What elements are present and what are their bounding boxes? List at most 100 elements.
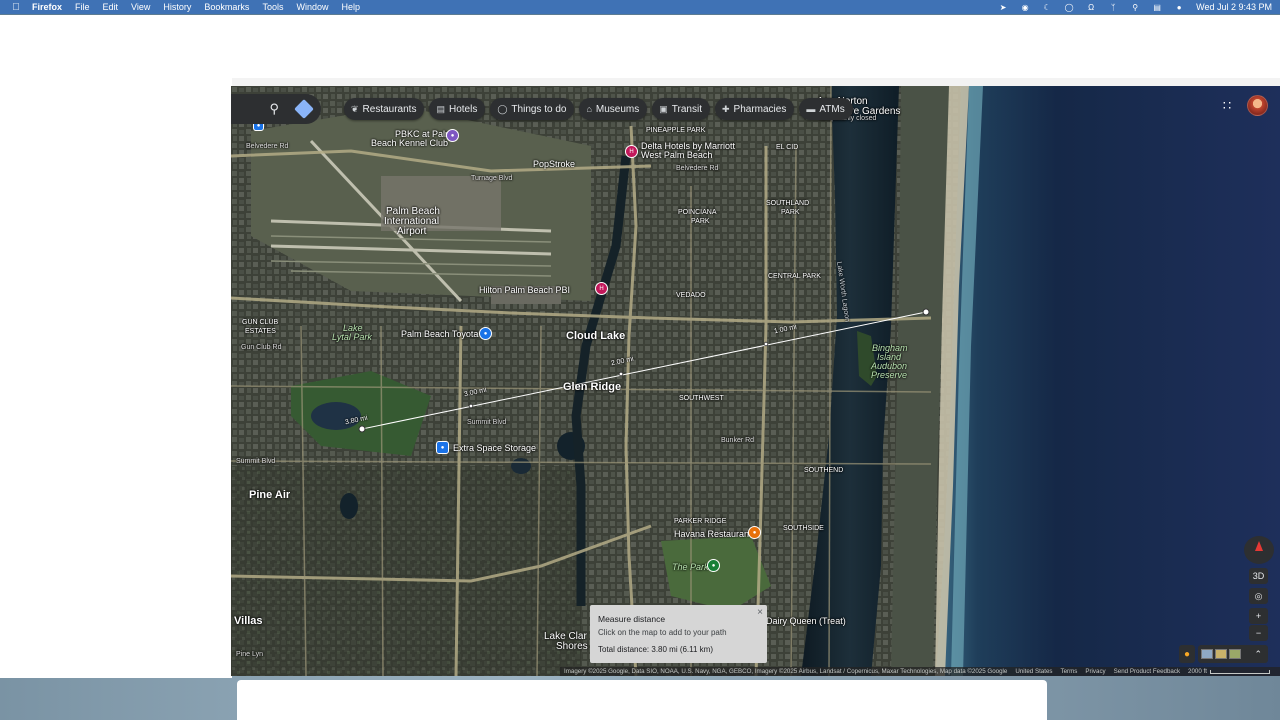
search-icon[interactable]: ⚲: [1130, 3, 1140, 12]
map-label-the-park[interactable]: The Park: [672, 562, 709, 572]
chip-things-to-do[interactable]: ◯ Things to do: [490, 98, 575, 120]
map-label-delta-hotels-2[interactable]: West Palm Beach: [641, 150, 712, 160]
scale-bar: [1209, 669, 1270, 674]
map-label-dairy-queen[interactable]: Dairy Queen (Treat): [766, 616, 846, 626]
restaurant-pin-icon[interactable]: ●: [748, 526, 761, 539]
map-label-bingham-4[interactable]: Preserve: [871, 370, 907, 380]
bed-icon: ▤: [436, 103, 445, 114]
menu-file[interactable]: File: [75, 2, 90, 12]
my-location-icon[interactable]: ◎: [1249, 588, 1268, 604]
zoom-in-button[interactable]: +: [1249, 608, 1268, 624]
map-label-hilton[interactable]: Hilton Palm Beach PBI: [479, 285, 570, 295]
atm-icon: ▬: [806, 104, 816, 114]
background-window[interactable]: [237, 680, 1047, 720]
map-label-pine-lyn: Pine Lyn: [236, 651, 263, 658]
footer-privacy-link[interactable]: Privacy: [1085, 668, 1105, 675]
map-label-bunker-rd: Bunker Rd: [721, 437, 755, 444]
map-label-central-park: CENTRAL PARK: [768, 273, 821, 280]
menu-window[interactable]: Window: [296, 2, 328, 12]
menu-edit[interactable]: Edit: [103, 2, 119, 12]
map-label-southend: SOUTHEND: [804, 467, 844, 474]
scale-label: 2000 ft: [1188, 668, 1207, 675]
map-label-cloud-lake[interactable]: Cloud Lake: [566, 331, 625, 342]
map-scale[interactable]: 2000 ft: [1188, 668, 1270, 675]
browser-sidebar-blank: [0, 15, 232, 678]
map-label-belvedere-rd-2: Belvedere Rd: [676, 165, 719, 172]
apple-icon[interactable]: : [0, 2, 32, 13]
dog-track-pin-icon[interactable]: ●: [446, 129, 459, 142]
chip-pharmacies[interactable]: ✚ Pharmacies: [714, 98, 795, 120]
compass-icon[interactable]: [1244, 536, 1274, 564]
hotel-pin-icon-2[interactable]: H: [595, 282, 608, 295]
layers-button[interactable]: ⌃: [1198, 645, 1268, 663]
menu-view[interactable]: View: [131, 2, 150, 12]
map-label-lake-lytal-2[interactable]: Lytal Park: [332, 332, 372, 342]
search-icon[interactable]: ⚲: [269, 101, 279, 117]
chip-label: Museums: [595, 103, 640, 115]
museum-icon: ⌂: [586, 104, 592, 114]
map-label-pbkc-2[interactable]: Beach Kennel Club: [371, 138, 448, 148]
map-label-villas[interactable]: Villas: [234, 616, 263, 627]
layer-thumb-terrain-icon: [1215, 649, 1227, 659]
chip-label: ATMs: [819, 103, 845, 115]
menu-bar:  Firefox File Edit View History Bookmar…: [0, 0, 1280, 14]
chip-atms[interactable]: ▬ ATMs: [799, 98, 853, 120]
menu-bookmarks[interactable]: Bookmarks: [204, 2, 249, 12]
chip-museums[interactable]: ⌂ Museums: [579, 98, 648, 120]
pegman-icon[interactable]: ●: [1179, 645, 1195, 663]
moon-icon[interactable]: ☾: [1042, 3, 1052, 12]
storage-pin-icon[interactable]: ●: [436, 441, 449, 454]
map-label-pbia-3[interactable]: Airport: [397, 227, 426, 237]
camera-icon: ◯: [497, 103, 508, 114]
3d-toggle-button[interactable]: 3D: [1249, 568, 1268, 584]
map-label-summit-blvd-2: Summit Blvd: [236, 458, 276, 465]
chip-label: Pharmacies: [733, 103, 787, 115]
golf-pin-icon[interactable]: ●: [707, 559, 720, 572]
menu-app-firefox[interactable]: Firefox: [32, 2, 62, 12]
map-imagery[interactable]: [231, 86, 1280, 676]
chip-hotels[interactable]: ▤ Hotels: [429, 98, 486, 120]
chip-label: Restaurants: [362, 103, 417, 115]
close-icon[interactable]: ×: [757, 607, 763, 618]
bluetooth-icon[interactable]: ᛉ: [1108, 3, 1118, 12]
map-label-extra-space[interactable]: Extra Space Storage: [453, 443, 536, 453]
page-top-strip: [232, 78, 1280, 86]
car-dealer-pin-icon[interactable]: ●: [479, 327, 492, 340]
map-label-lake-clarke-2[interactable]: Shores: [556, 642, 588, 652]
menu-history[interactable]: History: [163, 2, 191, 12]
map-label-vedado: VEDADO: [676, 292, 706, 299]
map-label-poinciana-2: PARK: [691, 218, 710, 225]
google-apps-icon[interactable]: ∷: [1220, 99, 1234, 113]
hotel-pin-icon[interactable]: H: [625, 145, 638, 158]
map-label-gun-club-rd: Gun Club Rd: [241, 344, 282, 351]
headphones-icon[interactable]: Ω: [1086, 3, 1096, 12]
chip-restaurants[interactable]: ❦ Restaurants: [344, 98, 425, 120]
control-center-icon[interactable]: ▤: [1152, 3, 1162, 12]
map-label-glen-ridge[interactable]: Glen Ridge: [563, 382, 621, 393]
map-label-popstroke[interactable]: PopStroke: [533, 159, 575, 169]
measure-total: Total distance: 3.80 mi (6.11 km): [598, 645, 714, 654]
menu-clock[interactable]: Wed Jul 2 9:43 PM: [1196, 2, 1272, 12]
flag-icon[interactable]: ●: [1174, 3, 1184, 12]
restaurant-icon: ❦: [351, 103, 359, 114]
rocket-icon[interactable]: ➤: [998, 3, 1008, 12]
chip-transit[interactable]: ▣ Transit: [652, 98, 710, 120]
directions-icon[interactable]: [294, 99, 314, 119]
pharmacy-icon: ✚: [721, 103, 730, 114]
satellite-map[interactable]: Ann Norton Sculpture Gardens Temporarily…: [231, 86, 1280, 676]
search-box[interactable]: ⚲: [231, 94, 321, 124]
map-label-belvedere-rd: Belvedere Rd: [246, 143, 289, 150]
footer-country[interactable]: United States: [1015, 668, 1052, 675]
map-label-pb-toyota[interactable]: Palm Beach Toyota: [401, 329, 478, 339]
map-label-pine-air[interactable]: Pine Air: [249, 490, 290, 501]
zoom-out-button[interactable]: −: [1249, 625, 1268, 641]
cast-icon[interactable]: ◉: [1020, 3, 1030, 12]
chip-label: Transit: [671, 103, 702, 115]
menu-help[interactable]: Help: [341, 2, 360, 12]
map-label-havana[interactable]: Havana Restaurant: [674, 529, 752, 539]
account-circle-icon[interactable]: ◯: [1064, 3, 1074, 12]
footer-terms-link[interactable]: Terms: [1061, 668, 1078, 675]
footer-feedback-link[interactable]: Send Product Feedback: [1114, 668, 1180, 675]
menu-tools[interactable]: Tools: [262, 2, 283, 12]
avatar[interactable]: [1247, 95, 1268, 116]
